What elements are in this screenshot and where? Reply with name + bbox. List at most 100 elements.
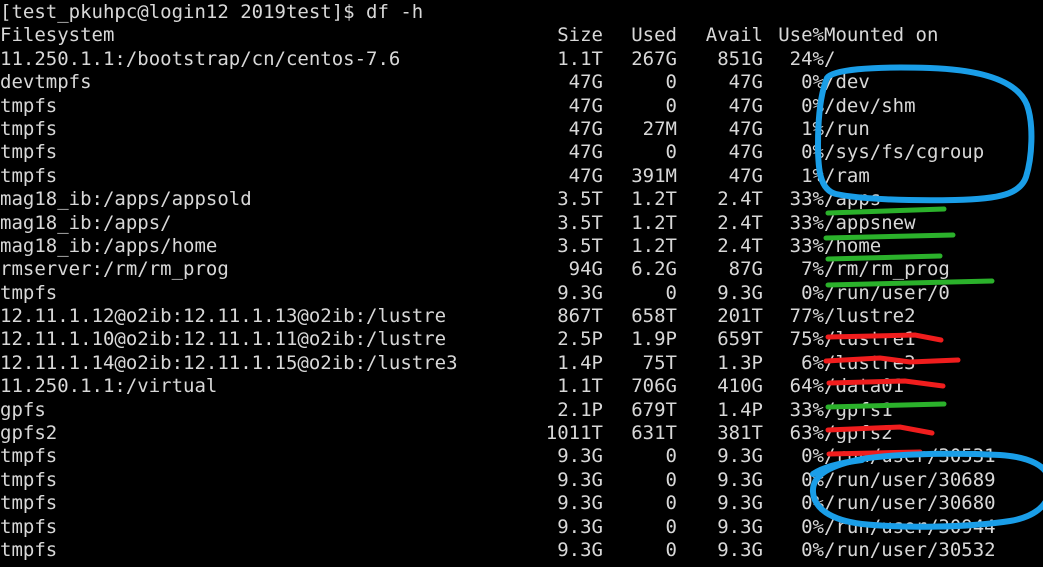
cell-filesystem: devtmpfs (0, 71, 92, 94)
cell-filesystem: 12.11.1.10@o2ib:12.11.1.11@o2ib:/lustre (0, 328, 447, 351)
cell-avail: 381T (717, 422, 763, 445)
cell-mounted-on: /lustre1 (824, 328, 916, 351)
cell-used: 658T (631, 305, 677, 328)
table-row: tmpfs 47G 27M 47G 1%/run (0, 118, 1043, 141)
cell-avail: 47G (728, 141, 763, 164)
cell-size: 47G (568, 141, 603, 164)
cell-avail: 2.4T (717, 188, 763, 211)
cell-mounted-on: /dev/shm (824, 94, 916, 117)
header-used: Used (631, 24, 677, 47)
terminal-window[interactable]: [test_pkuhpc@login12 2019test]$ df -h Fil… (0, 0, 1043, 567)
cell-used: 0 (665, 468, 677, 491)
shell-prompt-line[interactable]: [test_pkuhpc@login12 2019test]$ df -h (0, 1, 1043, 24)
cell-use-pct: 0% (801, 468, 824, 491)
cell-avail: 2.4T (717, 211, 763, 234)
cell-size: 1.1T (557, 375, 603, 398)
cell-mounted-on: /gpfs1 (824, 398, 893, 421)
table-row: tmpfs 9.3G 0 9.3G 0%/run/user/30689 (0, 469, 1043, 492)
table-row: gpfs2 1011T 631T 381T 63%/gpfs2 (0, 422, 1043, 445)
cell-use-pct: 33% (789, 398, 824, 421)
cell-use-pct: 33% (789, 188, 824, 211)
cell-filesystem: 11.250.1.1:/bootstrap/cn/centos-7.6 (0, 47, 401, 70)
header-use-pct: Use% (778, 24, 824, 47)
header-filesystem: Filesystem (0, 24, 115, 47)
cell-avail: 87G (728, 258, 763, 281)
table-row: 12.11.1.12@o2ib:12.11.1.13@o2ib:/lustre 8… (0, 305, 1043, 328)
cell-used: 267G (631, 47, 677, 70)
cell-filesystem: 12.11.1.14@o2ib:12.11.1.15@o2ib:/lustre3 (0, 351, 458, 374)
header-mounted-on: Mounted on (824, 24, 939, 47)
cell-filesystem: mag18_ib:/apps/appsold (0, 188, 252, 211)
table-row: tmpfs 47G 0 47G 0%/dev/shm (0, 95, 1043, 118)
cell-used: 0 (665, 515, 677, 538)
table-row: tmpfs 9.3G 0 9.3G 0%/run/user/0 (0, 282, 1043, 305)
cell-use-pct: 6% (801, 351, 824, 374)
table-row: tmpfs 9.3G 0 9.3G 0%/run/user/30944 (0, 516, 1043, 539)
cell-mounted-on: / (824, 47, 836, 70)
cell-filesystem: tmpfs (0, 538, 58, 561)
cell-size: 1011T (545, 422, 603, 445)
cell-avail: 1.4P (717, 398, 763, 421)
cell-used: 631T (631, 422, 677, 445)
cell-filesystem: tmpfs (0, 492, 58, 515)
cell-used: 391M (631, 164, 677, 187)
cell-used: 0 (665, 492, 677, 515)
table-row: 11.250.1.1:/bootstrap/cn/centos-7.6 1.1T 2… (0, 48, 1043, 71)
cell-used: 0 (665, 538, 677, 561)
table-row: rmserver:/rm/rm_prog 94G 6.2G 87G 7%/rm/rm_p… (0, 258, 1043, 281)
cell-filesystem: tmpfs (0, 281, 58, 304)
cell-size: 47G (568, 94, 603, 117)
table-row: tmpfs 9.3G 0 9.3G 0%/run/user/30531 (0, 445, 1043, 468)
cell-used: 0 (665, 94, 677, 117)
cell-mounted-on: /ram (824, 164, 870, 187)
cell-used: 27M (642, 117, 677, 140)
cell-avail: 9.3G (717, 445, 763, 468)
cell-size: 9.3G (557, 538, 603, 561)
cell-avail: 201T (717, 305, 763, 328)
cell-used: 0 (665, 281, 677, 304)
table-row: 12.11.1.14@o2ib:12.11.1.15@o2ib:/lustre3… (0, 352, 1043, 375)
cell-use-pct: 24% (789, 47, 824, 70)
cell-use-pct: 77% (789, 305, 824, 328)
table-row: tmpfs 9.3G 0 9.3G 0%/run/user/30680 (0, 492, 1043, 515)
cell-filesystem: tmpfs (0, 445, 58, 468)
table-row: devtmpfs 47G 0 47G 0%/dev (0, 71, 1043, 94)
cell-mounted-on: /dev (824, 71, 870, 94)
cell-avail: 47G (728, 71, 763, 94)
cell-use-pct: 0% (801, 94, 824, 117)
cell-mounted-on: /run/user/30531 (824, 445, 996, 468)
cell-size: 94G (568, 258, 603, 281)
cell-used: 0 (665, 71, 677, 94)
cell-mounted-on: /appsnew (824, 211, 916, 234)
cell-size: 3.5T (557, 188, 603, 211)
cell-filesystem: tmpfs (0, 468, 58, 491)
cell-mounted-on: /data01 (824, 375, 905, 398)
cell-use-pct: 64% (789, 375, 824, 398)
cell-use-pct: 0% (801, 71, 824, 94)
cell-avail: 9.3G (717, 515, 763, 538)
cell-use-pct: 0% (801, 492, 824, 515)
cell-mounted-on: /run/user/30944 (824, 515, 996, 538)
cell-filesystem: mag18_ib:/apps/ (0, 211, 172, 234)
cell-size: 47G (568, 71, 603, 94)
cell-use-pct: 75% (789, 328, 824, 351)
cell-size: 9.3G (557, 492, 603, 515)
cell-filesystem: rmserver:/rm/rm_prog (0, 258, 229, 281)
cell-use-pct: 33% (789, 211, 824, 234)
cell-use-pct: 0% (801, 538, 824, 561)
cell-mounted-on: /run/user/0 (824, 281, 950, 304)
cell-mounted-on: /run/user/30532 (824, 538, 996, 561)
cell-mounted-on: /lustre3 (824, 351, 916, 374)
cell-use-pct: 0% (801, 141, 824, 164)
cell-use-pct: 33% (789, 234, 824, 257)
cell-use-pct: 7% (801, 258, 824, 281)
cell-filesystem: mag18_ib:/apps/home (0, 234, 218, 257)
table-row: 12.11.1.10@o2ib:12.11.1.11@o2ib:/lustre 2… (0, 328, 1043, 351)
cell-size: 47G (568, 164, 603, 187)
cell-avail: 9.3G (717, 281, 763, 304)
table-header-row: Filesystem Size Used Avail Use% Mounted on (0, 24, 1043, 47)
cell-mounted-on: /apps (824, 188, 882, 211)
cell-mounted-on: /home (824, 234, 882, 257)
cell-used: 0 (665, 445, 677, 468)
cell-size: 9.3G (557, 468, 603, 491)
